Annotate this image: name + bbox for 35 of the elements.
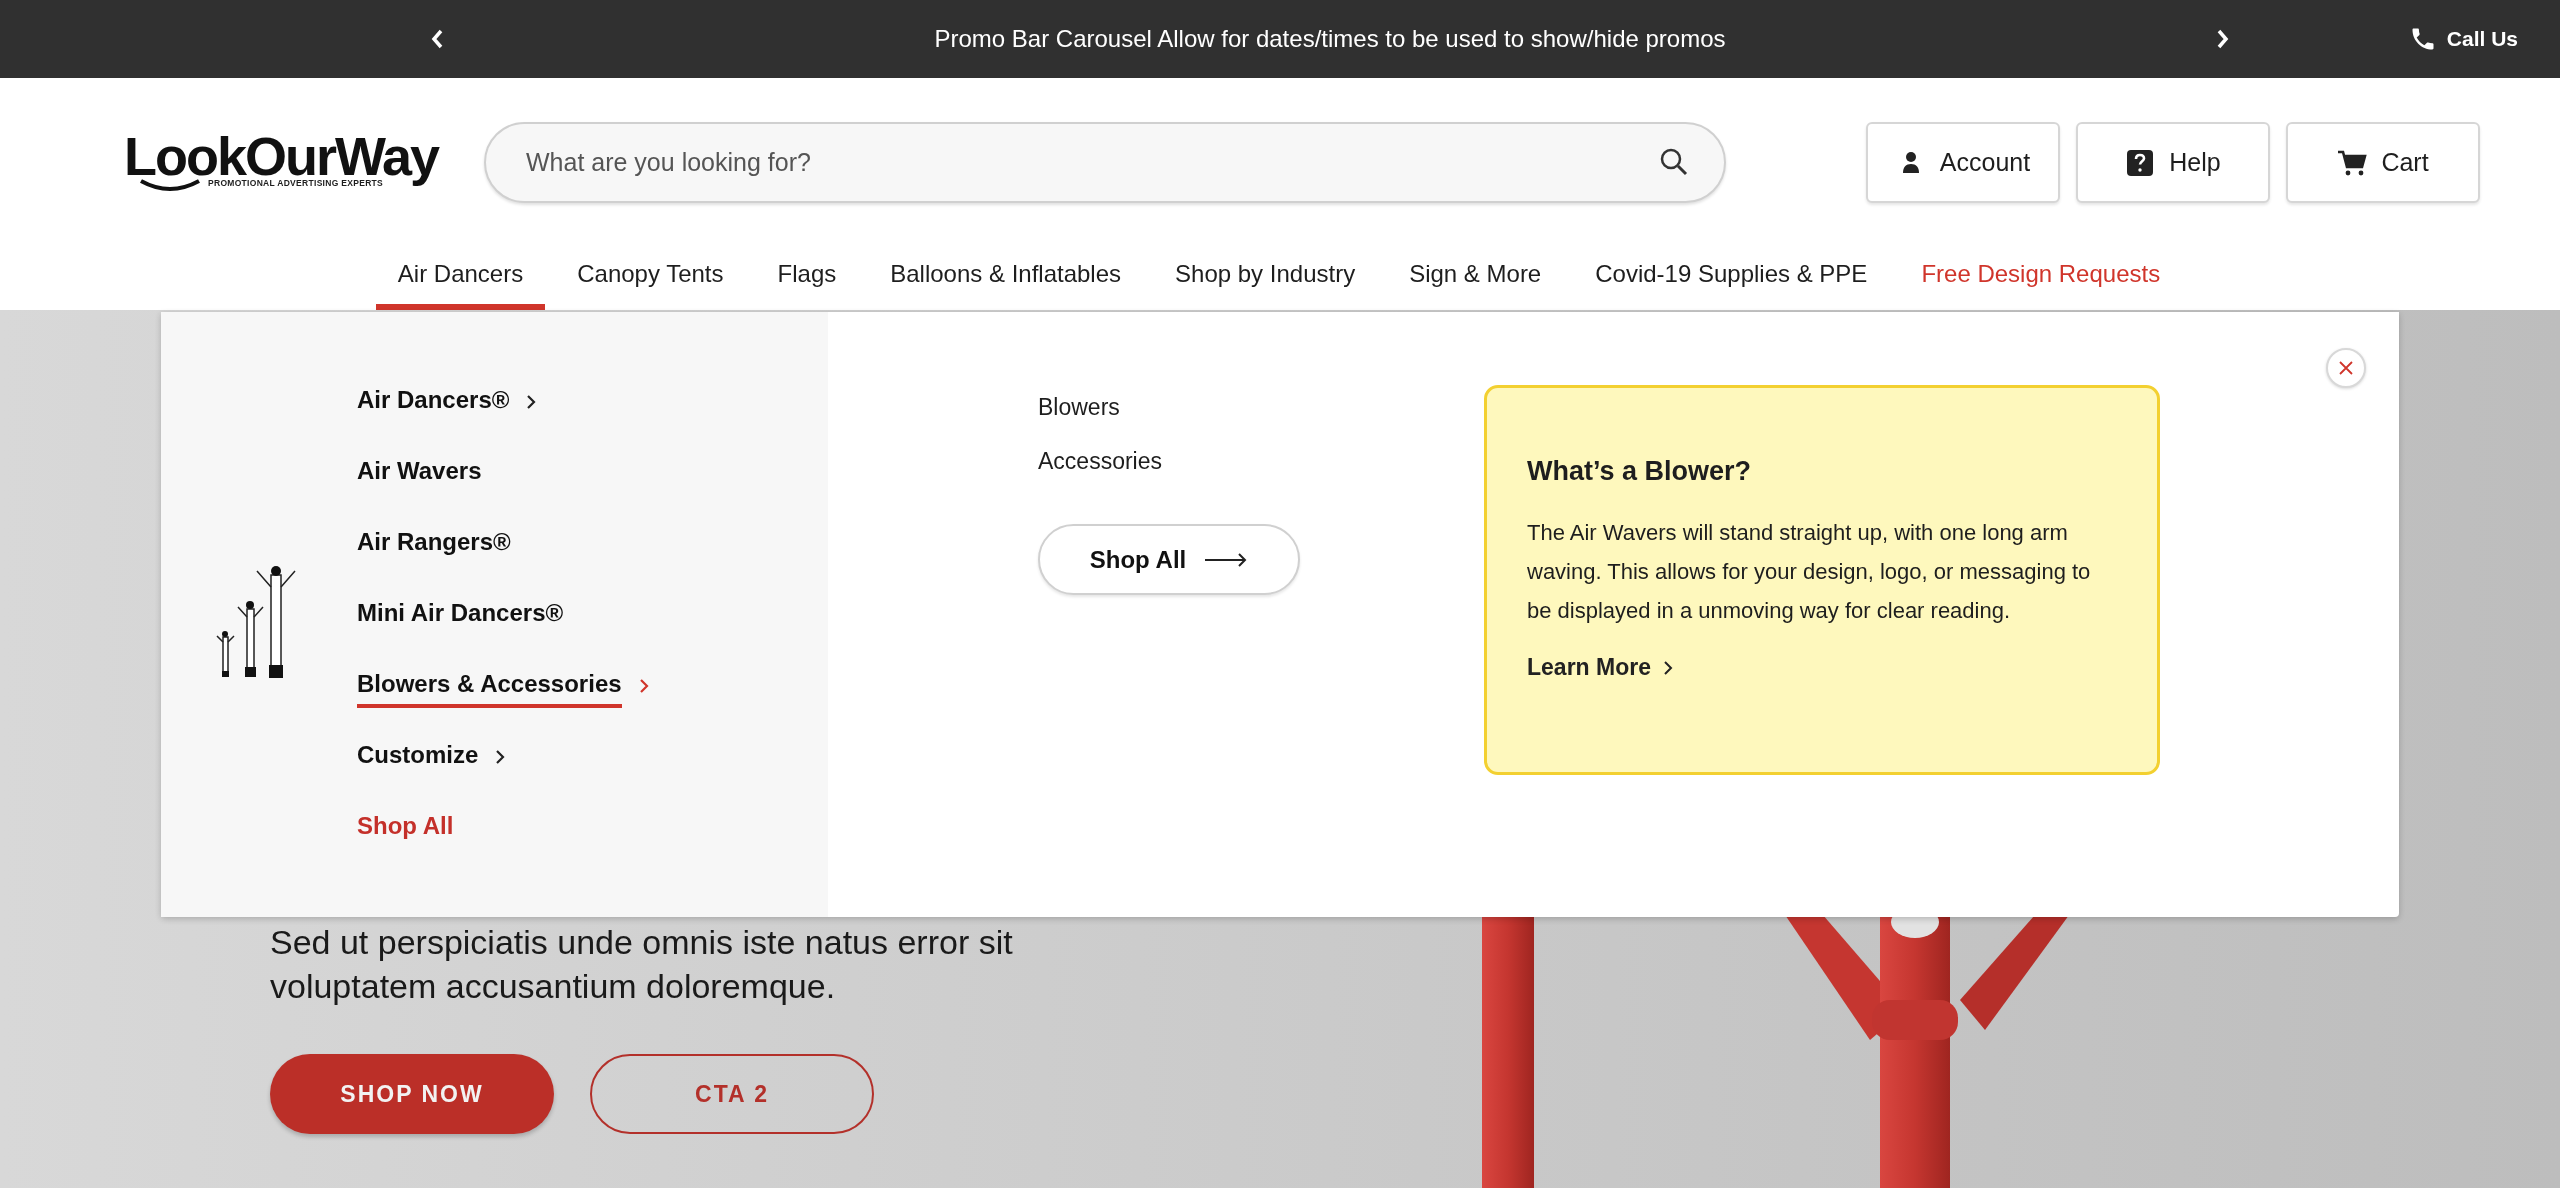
menu-category-link[interactable]: Air Dancers® <box>357 366 650 437</box>
nav-tab[interactable]: Covid-19 Supplies & PPE <box>1573 238 1890 310</box>
submenu-link[interactable]: Accessories <box>1038 434 1162 488</box>
cta-button[interactable]: CTA 2 <box>590 1054 874 1134</box>
close-icon <box>2338 360 2354 376</box>
shop-all-button[interactable]: Shop All <box>1038 524 1300 595</box>
menu-category-link[interactable]: Air Rangers® <box>357 508 650 579</box>
nav-tab[interactable]: Sign & More <box>1387 238 1564 310</box>
menu-category-link[interactable]: Customize <box>357 721 650 792</box>
nav-tab[interactable]: Flags <box>755 238 859 310</box>
chevron-right-icon <box>1663 659 1673 676</box>
promo-message: Promo Bar Carousel Allow for dates/times to be used to show/hide promos <box>934 25 1726 53</box>
search-field[interactable]: What are you looking for? <box>484 122 1726 203</box>
submenu-link[interactable]: Blowers <box>1038 380 1120 434</box>
menu-category-link[interactable]: Mini Air Dancers® <box>357 579 650 650</box>
menu-category-link[interactable]: Blowers & Accessories <box>357 650 650 721</box>
menu-category-link[interactable]: Shop All <box>357 792 650 863</box>
shop-now-button[interactable]: SHOP NOW <box>270 1054 554 1134</box>
card-title: What’s a Blower? <box>1527 456 1752 487</box>
nav-tab[interactable]: Balloons & Inflatables <box>868 238 1144 310</box>
card-text: The Air Wavers will stand straight up, with one long arm waving. This allows for your design, logo, or messaging to be displayed in a unmoving way for clear reading. <box>1527 519 2092 625</box>
learn-more-link[interactable]: Learn More <box>1527 654 1673 681</box>
nav-tab[interactable]: Shop by Industry <box>1153 238 1378 310</box>
nav-tab[interactable]: Canopy Tents <box>555 238 746 310</box>
help-button[interactable]: Help <box>2076 122 2270 203</box>
search-icon[interactable] <box>1658 146 1690 178</box>
account-button[interactable]: Account <box>1866 122 2060 203</box>
hero-description: Sed ut perspiciatis unde omnis iste natus error sit voluptatem accusantium doloremque. <box>270 922 1014 1007</box>
menu-category-link[interactable]: Air Wavers <box>357 437 650 508</box>
nav-tab[interactable]: Free Design Requests <box>1899 238 2183 310</box>
arrow-right-icon <box>1204 552 1249 567</box>
cart-button[interactable]: Cart <box>2286 122 2480 203</box>
close-button[interactable] <box>2326 348 2366 388</box>
help-icon <box>2125 147 2156 178</box>
call-us-link[interactable]: Call Us <box>2408 0 2518 78</box>
